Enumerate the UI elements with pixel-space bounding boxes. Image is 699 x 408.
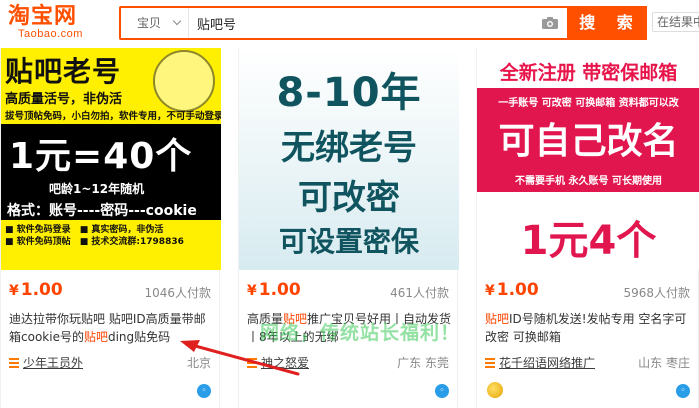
- thumb-feature: ■ 技术交流群:1798836: [79, 237, 184, 247]
- product-image[interactable]: 贴吧老号 高质量活号，非伪活 拔号顶帖免码，小白勿拍，软件专用，不可手动登录 1…: [1, 48, 221, 270]
- title-highlight: 贴吧: [485, 312, 510, 326]
- gold-seller-icon: [487, 382, 503, 398]
- price-value: 1.00: [258, 280, 301, 300]
- shop-name: 花千绍语网络推广: [499, 356, 596, 370]
- thumb-format: 格式：账号----密码---cookie: [7, 203, 197, 219]
- product-price: ¥1.00: [247, 280, 301, 300]
- thumb-line: 可设置密保: [278, 225, 419, 258]
- shop-name: 少年王员外: [23, 356, 84, 370]
- thumb-features: ■ 软件免码登录 ■ 真实密码，非伪活 ■ 软件免码顶帖 ■ 技术交流群:179…: [5, 224, 219, 248]
- shop-icon: [9, 358, 19, 368]
- product-price: ¥1.00: [9, 280, 63, 300]
- wangwang-chat-icon[interactable]: ◦: [197, 384, 211, 398]
- shop-icon: [485, 358, 495, 368]
- search-scope-label: 宝贝: [137, 16, 162, 30]
- title-highlight: 贴吧: [83, 330, 108, 344]
- search-box: 宝贝 搜 索: [119, 6, 647, 40]
- thumb-line: 无绑老号: [281, 128, 417, 168]
- sales-count: 461人付款: [390, 286, 449, 300]
- search-in-results-button[interactable]: 在结果中搜: [652, 12, 699, 32]
- thumb-subtitle: 高质量活号，非伪活: [5, 92, 123, 107]
- search-input[interactable]: [197, 8, 527, 38]
- product-title-link[interactable]: 贴吧ID号随机发送!发帖专用 空名字可改密 可换邮箱: [485, 310, 691, 346]
- thumb-price: 1元4个: [520, 218, 657, 264]
- thumb-band-line: 不需要手机 永久账号 可长期使用: [515, 176, 662, 187]
- taobao-logo[interactable]: 淘宝网 Taobao.com: [8, 4, 103, 42]
- seal-stamp-icon: [153, 50, 215, 112]
- title-text: ding贴免码: [107, 330, 171, 344]
- sales-count: 1046人付款: [144, 286, 211, 300]
- thumb-age: 吧龄1~12年随机: [49, 182, 145, 196]
- thumb-feature: ■ 软件免码登录: [5, 225, 71, 235]
- search-button[interactable]: 搜 索: [567, 6, 647, 40]
- thumb-feature: ■ 真实密码，非伪活: [79, 225, 164, 235]
- thumb-feature: ■ 软件免码顶帖: [5, 237, 71, 247]
- product-card[interactable]: 全新注册 带密保邮箱 一手账号 可改密 可换邮箱 资料都可以改 可自己改名 不需…: [476, 48, 699, 408]
- logo-main-text: 淘宝网: [8, 3, 78, 29]
- price-value: 1.00: [20, 280, 63, 300]
- product-image[interactable]: 全新注册 带密保邮箱 一手账号 可改密 可换邮箱 资料都可以改 可自己改名 不需…: [477, 48, 699, 270]
- title-text: ID号随机发送!发帖专用 空名字可改密 可换邮箱: [485, 312, 687, 344]
- thumb-line: 可改密: [298, 178, 400, 218]
- search-scope-select[interactable]: 宝贝: [121, 8, 189, 38]
- red-arrow-annotation: [180, 340, 300, 376]
- currency-symbol: ¥: [247, 283, 257, 299]
- product-image[interactable]: 8-10年 无绑老号 可改密 可设置密保: [239, 48, 459, 270]
- logo-sub-text: Taobao.com: [18, 28, 83, 40]
- thumb-line: 8-10年: [276, 70, 422, 116]
- sales-count: 5968人付款: [623, 286, 690, 300]
- location: 山东 枣庄: [638, 356, 690, 370]
- currency-symbol: ¥: [9, 283, 19, 299]
- price-value: 1.00: [496, 280, 539, 300]
- wangwang-chat-icon[interactable]: ◦: [435, 384, 449, 398]
- thumb-band-line: 一手账号 可改密 可换邮箱 资料都可以改: [498, 98, 679, 109]
- chevron-down-icon: [172, 16, 182, 26]
- camera-icon[interactable]: [541, 16, 559, 30]
- shop-link[interactable]: 少年王员外: [9, 354, 83, 371]
- thumb-big: 可自己改名: [498, 121, 679, 162]
- product-price: ¥1.00: [485, 280, 539, 300]
- thumb-top: 全新注册 带密保邮箱: [499, 62, 678, 84]
- thumb-price: 1元=40个: [9, 136, 193, 177]
- currency-symbol: ¥: [485, 283, 495, 299]
- thumb-note: 拔号顶帖免码，小白勿拍，软件专用，不可手动登录: [5, 111, 221, 122]
- thumb-title: 贴吧老号: [5, 55, 122, 88]
- header: 淘宝网 Taobao.com 宝贝 搜 索 在结果中搜: [0, 0, 699, 46]
- shop-link[interactable]: 花千绍语网络推广: [485, 354, 595, 371]
- wangwang-chat-icon[interactable]: ◦: [676, 384, 690, 398]
- location: 广东 东莞: [397, 356, 449, 370]
